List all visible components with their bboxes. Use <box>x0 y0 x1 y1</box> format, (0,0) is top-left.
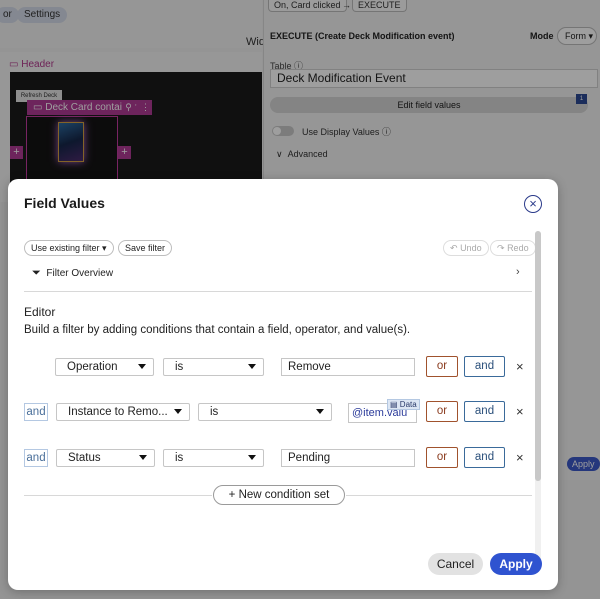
and-prefix-label: and <box>24 403 48 421</box>
divider <box>346 495 532 496</box>
remove-condition-icon[interactable]: × <box>516 359 524 374</box>
redo-icon: ↷ <box>497 243 505 253</box>
or-button[interactable]: or <box>426 401 458 422</box>
operator-select-value: is <box>175 452 184 464</box>
redo-button[interactable]: ↷ Redo <box>490 240 536 256</box>
remove-condition-icon[interactable]: × <box>516 450 524 465</box>
data-badge: ▤ Data <box>387 399 420 410</box>
modal-title: Field Values <box>24 195 105 211</box>
field-select[interactable]: Status <box>56 449 155 467</box>
scrollbar-thumb[interactable] <box>535 231 541 481</box>
field-values-modal: Field Values × Use existing filter ▾ Sav… <box>8 179 558 590</box>
data-badge-label: Data <box>399 400 417 409</box>
divider <box>24 291 532 292</box>
field-select-value: Instance to Remo... <box>68 406 168 418</box>
field-select-value: Operation <box>67 361 118 373</box>
caret-down-icon <box>248 364 256 369</box>
filter-overview-label: Filter Overview <box>46 268 114 279</box>
value-input[interactable]: Pending <box>281 449 415 467</box>
caret-down-icon: ▾ <box>102 243 107 253</box>
editor-heading: Editor <box>24 305 56 319</box>
undo-icon: ↶ <box>450 243 458 253</box>
use-existing-filter-dropdown[interactable]: Use existing filter ▾ <box>24 240 114 256</box>
cancel-button[interactable]: Cancel <box>428 553 483 575</box>
operator-select[interactable]: is <box>163 449 264 467</box>
operator-select[interactable]: is <box>198 403 332 421</box>
redo-label: Redo <box>507 243 529 253</box>
caret-down-icon <box>316 409 324 414</box>
field-select[interactable]: Operation <box>55 358 154 376</box>
close-icon[interactable]: × <box>524 195 542 213</box>
and-button[interactable]: and <box>464 447 505 468</box>
caret-down-icon <box>139 455 147 460</box>
new-condition-set-label: New condition set <box>238 489 330 501</box>
or-button[interactable]: or <box>426 356 458 377</box>
caret-down-icon <box>248 455 256 460</box>
filter-overview-toggle[interactable]: ⏷ Filter Overview <box>32 267 113 280</box>
funnel-icon: ⏷ <box>32 267 41 279</box>
chevron-right-icon[interactable]: › <box>516 266 520 278</box>
field-select-value: Status <box>68 452 101 464</box>
operator-select[interactable]: is <box>163 358 264 376</box>
caret-down-icon <box>138 364 146 369</box>
editor-description: Build a filter by adding conditions that… <box>24 324 411 336</box>
operator-select-value: is <box>210 406 219 418</box>
undo-label: Undo <box>460 243 482 253</box>
remove-condition-icon[interactable]: × <box>516 404 524 419</box>
and-button[interactable]: and <box>464 401 505 422</box>
caret-down-icon <box>174 409 182 414</box>
field-select[interactable]: Instance to Remo... <box>56 403 190 421</box>
save-filter-button[interactable]: Save filter <box>118 240 173 256</box>
and-prefix-label: and <box>24 449 48 467</box>
value-input[interactable]: Remove <box>281 358 415 376</box>
or-button[interactable]: or <box>426 447 458 468</box>
and-button[interactable]: and <box>464 356 505 377</box>
new-condition-set-button[interactable]: + New condition set <box>213 485 345 505</box>
plus-icon: + <box>228 489 236 501</box>
scrollbar[interactable] <box>535 231 541 571</box>
data-icon: ▤ <box>390 400 398 409</box>
use-existing-filter-label: Use existing filter <box>31 243 100 253</box>
divider <box>24 495 212 496</box>
apply-button[interactable]: Apply <box>490 553 542 575</box>
operator-select-value: is <box>175 361 184 373</box>
undo-button[interactable]: ↶ Undo <box>443 240 489 256</box>
